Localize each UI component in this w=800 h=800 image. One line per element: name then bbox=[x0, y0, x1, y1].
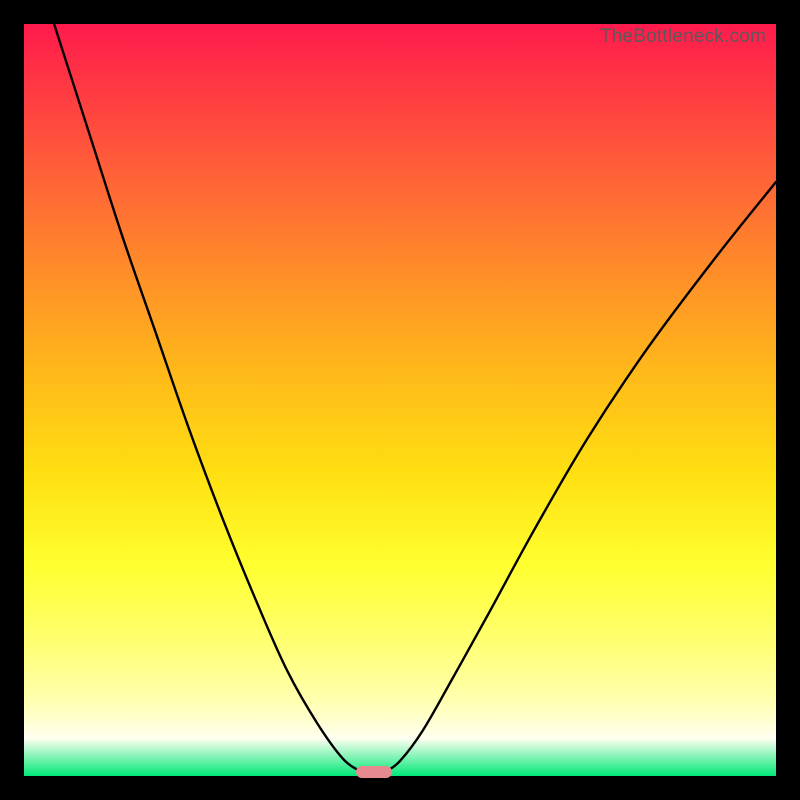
watermark-text: TheBottleneck.com bbox=[600, 26, 766, 48]
curve-right-branch bbox=[385, 182, 776, 772]
curve-layer bbox=[24, 24, 776, 776]
curve-left-branch bbox=[54, 24, 362, 772]
plot-area: TheBottleneck.com bbox=[24, 24, 776, 776]
chart-frame: TheBottleneck.com bbox=[0, 0, 800, 800]
minimum-marker bbox=[356, 766, 392, 778]
